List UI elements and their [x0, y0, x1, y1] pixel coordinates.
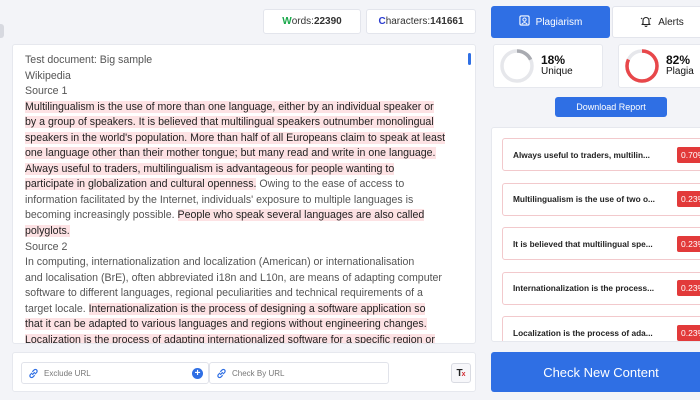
- result-text: Always useful to traders, multilin...: [513, 149, 650, 160]
- result-text: Internationalization is the process...: [513, 283, 655, 293]
- tab-plagiarism-label: Plagiarism: [535, 16, 583, 28]
- result-text: Multilingualism is the use of two o...: [513, 194, 655, 204]
- left-edge-handle: [0, 24, 4, 38]
- result-item[interactable]: Localization is the process of ada... 0.2…: [502, 316, 700, 341]
- character-count-label: haracters:: [385, 16, 431, 27]
- exclude-url-placeholder: Exclude URL: [44, 368, 91, 378]
- character-count-value: 141661: [430, 16, 464, 27]
- document-scrollbar[interactable]: [468, 53, 471, 65]
- text-segment: Source 1: [25, 85, 68, 98]
- document-line: Multilingualism is the use of more than …: [25, 100, 465, 116]
- document-line: polyglots.: [25, 224, 465, 240]
- word-count-label: ords:: [291, 16, 314, 27]
- result-item[interactable]: Multilingualism is the use of two o... 0.…: [502, 182, 700, 216]
- character-count: Characters: 141661: [366, 9, 476, 34]
- text-segment: Source 2: [25, 240, 68, 253]
- text-segment: Owing to the ease of access to: [256, 178, 405, 191]
- plagiarism-stat-card: 82% Plagia: [618, 44, 700, 88]
- document-line: by a group of speakers. It is believed t…: [25, 115, 465, 131]
- document-line: Wikipedia: [25, 69, 465, 85]
- highlighted-text: Internationalization is the process of d…: [88, 302, 426, 315]
- character-count-initial: C: [378, 16, 386, 27]
- text-segment: and localisation (BrE), often abbreviate…: [25, 271, 442, 284]
- check-by-url-placeholder: Check By URL: [232, 368, 285, 378]
- result-item[interactable]: It is believed that multilingual spe... 0…: [502, 227, 700, 260]
- document-line: Source 1: [25, 84, 465, 100]
- clear-formatting-button[interactable]: Tx: [451, 363, 471, 383]
- document-line: participate in globalization and cultura…: [25, 177, 465, 193]
- plagiarism-percentage: 82%: [666, 53, 691, 67]
- highlighted-text: one language other than their mother ton…: [25, 147, 436, 160]
- text-segment: target locale.: [25, 302, 89, 315]
- check-by-url-field[interactable]: Check By URL: [209, 362, 389, 384]
- document-editor[interactable]: Test document: Big sample Wikipedia Source…: [12, 44, 476, 344]
- document-line: and localisation (BrE), often abbreviate…: [25, 271, 465, 287]
- result-text: It is believed that multilingual spe...: [513, 238, 653, 249]
- document-line: target locale. Internationalization is t…: [25, 302, 465, 318]
- tab-alerts-label: Alerts: [658, 16, 684, 28]
- document-line: that it can be adapted to various langua…: [25, 317, 465, 333]
- unique-label: Unique: [541, 66, 573, 77]
- result-percentage-badge: 0.23%: [677, 191, 700, 207]
- result-item[interactable]: Internationalization is the process... 0.…: [502, 271, 700, 305]
- highlighted-text: speakers in the world's population. More…: [25, 131, 446, 144]
- word-count-initial: W: [282, 16, 292, 27]
- result-percentage-badge: 0.23%: [677, 280, 700, 296]
- text-segment: information facilitated by the Internet,…: [25, 193, 414, 206]
- document-line: information facilitated by the Internet,…: [25, 193, 465, 209]
- highlighted-text: polyglots.: [25, 225, 70, 238]
- check-new-content-button[interactable]: Check New Content: [491, 352, 700, 392]
- document-line: Localization is the process of adapting …: [25, 333, 465, 344]
- download-report-button[interactable]: Download Report: [555, 97, 667, 117]
- text-segment: In computing, internationalization and l…: [25, 256, 415, 269]
- document-line: one language other than their mother ton…: [25, 146, 465, 162]
- result-percentage-badge: 0.70%: [677, 146, 700, 163]
- link-icon: [210, 368, 232, 379]
- document-line: software to different languages, regiona…: [25, 286, 465, 302]
- document-line: In computing, internationalization and l…: [25, 255, 465, 271]
- exclude-url-field[interactable]: Exclude URL +: [21, 362, 209, 384]
- link-icon: [22, 368, 44, 379]
- highlighted-text: by a group of speakers. It is believed t…: [25, 116, 434, 129]
- highlighted-text: People who speak several languages are a…: [177, 209, 425, 222]
- word-count-value: 22390: [313, 16, 342, 27]
- result-percentage-badge: 0.23%: [677, 235, 700, 252]
- highlighted-text: participate in globalization and cultura…: [25, 178, 257, 191]
- document-line: Test document: Big sample: [25, 53, 465, 69]
- text-segment: becoming increasingly possible.: [25, 209, 178, 222]
- unique-ring-chart: [500, 49, 534, 83]
- plagiarism-results-list[interactable]: Always useful to traders, multilin... 0.7…: [491, 127, 700, 342]
- document-line: speakers in the world's population. More…: [25, 131, 465, 147]
- document-line: becoming increasingly possible. People w…: [25, 208, 465, 224]
- document-line: Source 2: [25, 240, 465, 256]
- text-segment: software to different languages, regiona…: [25, 287, 423, 300]
- result-percentage-badge: 0.23%: [677, 324, 700, 341]
- unique-stat-card: 18% Unique: [493, 44, 603, 88]
- document-line: Always useful to traders, multilingualis…: [25, 162, 465, 178]
- unique-percentage: 18%: [541, 53, 566, 67]
- text-segment: Test document: Big sample: [25, 54, 153, 66]
- highlighted-text: that it can be adapted to various langua…: [25, 318, 427, 331]
- plagiarism-label: Plagia: [666, 66, 694, 77]
- url-toolbar: Exclude URL + Check By URL Tx: [12, 352, 476, 392]
- document-text[interactable]: Test document: Big sample Wikipedia Source…: [25, 53, 465, 344]
- text-segment: Wikipedia: [25, 69, 71, 82]
- result-item[interactable]: Always useful to traders, multilin... 0.7…: [502, 138, 700, 171]
- clear-formatting-icon: Tx: [456, 367, 466, 379]
- highlighted-text: Always useful to traders, multilingualis…: [25, 162, 395, 175]
- result-text: Localization is the process of ada...: [513, 327, 653, 338]
- word-count: Words: 22390: [263, 9, 361, 34]
- highlighted-text: Multilingualism is the use of more than …: [25, 100, 434, 113]
- highlighted-text: Localization is the process of adapting …: [25, 333, 435, 344]
- report-icon: [519, 15, 530, 29]
- tab-alerts[interactable]: Alerts: [612, 6, 700, 38]
- add-url-button[interactable]: +: [192, 367, 203, 379]
- tab-plagiarism[interactable]: Plagiarism: [491, 6, 610, 38]
- bell-icon: [640, 15, 652, 30]
- plagiarism-ring-chart: [625, 49, 659, 83]
